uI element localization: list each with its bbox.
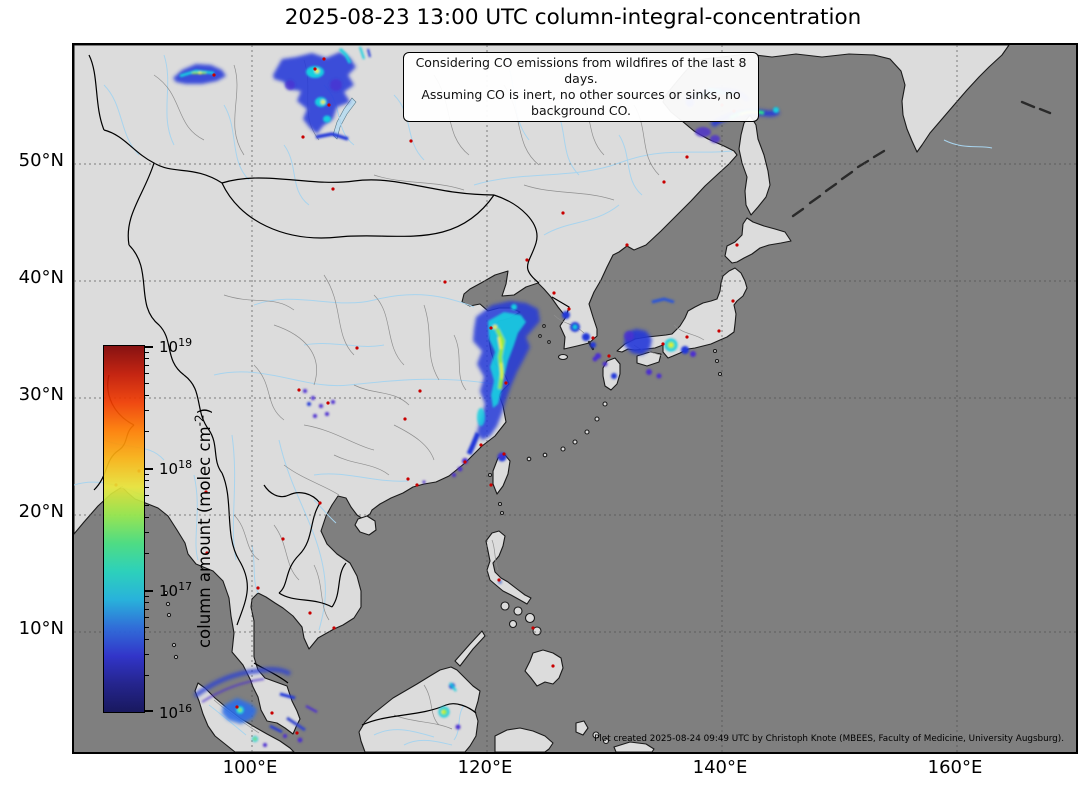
island-penghu — [487, 472, 493, 478]
colorbar-minor-tick — [144, 394, 149, 396]
island-visayas — [524, 612, 536, 624]
island-visayas — [513, 606, 523, 616]
island-yellow-sea — [538, 334, 542, 338]
island-visayas — [508, 619, 518, 629]
island-nicobar — [173, 654, 179, 660]
map-plot-area — [72, 43, 1078, 754]
island-batan — [497, 501, 503, 507]
island-yellow-sea — [547, 340, 551, 344]
lon-tick-label-100e: 100°E — [222, 757, 278, 778]
colorbar-minor-tick — [144, 357, 149, 359]
colorbar-minor-tick — [144, 553, 149, 555]
colorbar-minor-tick — [144, 409, 149, 411]
island-nicobar — [171, 642, 177, 648]
colorbar-minor-tick — [144, 617, 149, 619]
island-batan — [499, 510, 505, 516]
lat-tick-label-50n: 50°N — [18, 150, 64, 171]
annotation-line-1: Considering CO emissions from wildfires … — [415, 55, 747, 86]
colorbar-minor-tick — [144, 504, 149, 506]
colorbar-minor-tick — [144, 531, 149, 533]
island-jeju — [557, 353, 569, 361]
colorbar-minor-tick — [144, 638, 149, 640]
island-ryukyu — [572, 439, 578, 445]
colorbar-minor-tick — [144, 626, 149, 628]
colorbar-minor-tick — [144, 431, 149, 433]
colorbar-tick-label: 1018 — [159, 458, 193, 478]
island-andaman — [165, 601, 171, 607]
colorbar-minor-tick — [144, 675, 149, 677]
credit-text: Plot created 2025-08-24 09:49 UTC by Chr… — [594, 734, 1064, 744]
figure-canvas: 2025-08-23 13:00 UTC column-integral-con… — [0, 0, 1087, 793]
island-izu — [714, 358, 720, 364]
annotation-box: Considering CO emissions from wildfires … — [403, 52, 759, 122]
colorbar-minor-tick — [144, 516, 149, 518]
island-ryukyu — [602, 401, 608, 407]
colorbar-major-tick — [144, 590, 153, 592]
colorbar-tick-label: 1016 — [159, 702, 193, 722]
colorbar-minor-tick — [144, 495, 149, 497]
lat-tick-label-10n: 10°N — [18, 618, 64, 639]
colorbar-tick-label: 1017 — [159, 580, 193, 600]
annotation-line-2: Assuming CO is inert, no other sources o… — [421, 87, 741, 118]
colorbar-minor-tick — [144, 601, 149, 603]
lat-tick-label-20n: 20°N — [18, 501, 64, 522]
colorbar-minor-tick — [144, 595, 149, 597]
plot-title: 2025-08-23 13:00 UTC column-integral-con… — [284, 5, 862, 30]
lon-tick-label-160e: 160°E — [927, 757, 983, 778]
island-ryukyu — [526, 456, 532, 462]
island-ryukyu — [560, 446, 566, 452]
lon-tick-label-140e: 140°E — [692, 757, 748, 778]
colorbar-gradient — [104, 346, 144, 712]
colorbar-major-tick — [144, 468, 153, 470]
lat-tick-label-30n: 30°N — [18, 384, 64, 405]
island-ryukyu — [594, 416, 600, 422]
colorbar-minor-tick — [144, 608, 149, 610]
island-ryukyu — [584, 429, 590, 435]
colorbar-minor-tick — [144, 653, 149, 655]
colorbar-minor-tick — [144, 486, 149, 488]
colorbar-axis-label: column amount (molec cm-2) — [192, 407, 214, 649]
map-canvas — [74, 45, 1076, 752]
island-yellow-sea — [542, 324, 546, 328]
island-andaman — [166, 612, 172, 618]
island-izu — [717, 371, 723, 377]
lon-tick-label-120e: 120°E — [457, 757, 513, 778]
colorbar-minor-tick — [144, 479, 149, 481]
colorbar-major-tick — [144, 710, 153, 712]
island-izu — [712, 348, 718, 354]
colorbar-major-tick — [144, 346, 153, 348]
colorbar-minor-tick — [144, 351, 149, 353]
colorbar-minor-tick — [144, 382, 149, 384]
island-visayas — [500, 601, 510, 611]
lat-tick-label-40n: 40°N — [18, 267, 64, 288]
colorbar-tick-label: 1019 — [159, 336, 193, 356]
colorbar-minor-tick — [144, 364, 149, 366]
colorbar-minor-tick — [144, 373, 149, 375]
colorbar-minor-tick — [144, 473, 149, 475]
colorbar: 1019 1018 1017 1016 — [103, 336, 192, 722]
island-ryukyu — [542, 452, 548, 458]
